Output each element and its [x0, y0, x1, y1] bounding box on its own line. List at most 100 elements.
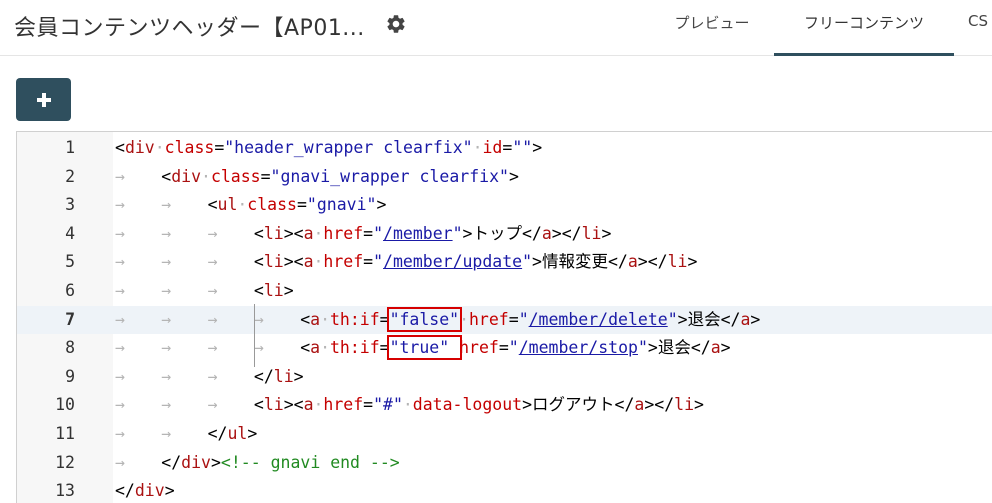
line-number: 9 [65, 366, 75, 386]
code-line[interactable]: 10 → → → <li><a·href="#"·data-logout>ログアウト</… [17, 391, 992, 420]
code-token: " [637, 338, 648, 358]
code-token: " [373, 223, 384, 243]
code-token: div [181, 452, 211, 472]
indent-guide: → [207, 281, 218, 300]
code-token: > [522, 395, 533, 415]
code-token: = [260, 166, 271, 186]
code-token: li [263, 395, 284, 415]
code-token: " [518, 309, 529, 329]
code-token: > [293, 366, 304, 386]
code-token: > [376, 195, 387, 215]
line-number: 1 [65, 138, 75, 157]
code-link[interactable]: /member [383, 224, 453, 243]
code-text: → → → → <a·th:if="true" href="/member/stop">… [115, 332, 731, 367]
tab-css[interactable]: CS [954, 0, 992, 56]
indent-guide: → [115, 252, 125, 272]
code-line[interactable]: 3 → → <ul·class="gnavi"> [17, 191, 992, 220]
indent-guide: → [115, 223, 125, 243]
code-token: = [379, 338, 390, 358]
code-token: = [296, 195, 307, 215]
code-line[interactable]: 4 → → → <li><a·href="/member">トップ</a></li> [17, 220, 992, 249]
line-number: 2 [65, 166, 75, 186]
code-line[interactable]: 9 → → → </li> [17, 363, 992, 392]
code-line[interactable]: 12 → </div><!-- gnavi end --> [17, 449, 992, 478]
code-token: > [750, 309, 761, 329]
code-token: "header_wrapper clearfix" [224, 138, 473, 157]
code-token: > [247, 424, 258, 443]
code-token: </ [161, 452, 182, 472]
code-line[interactable]: 11 → → </ul> [17, 420, 992, 449]
indent-guide: → [161, 309, 172, 329]
code-token: ログアウト [532, 395, 615, 415]
code-line[interactable]: 7 → → → → <a·th:if="false"·href="/member/dele… [17, 303, 992, 338]
page-title: 会員コンテンツヘッダー【AP01... [14, 16, 365, 41]
code-token: th:if [329, 309, 380, 329]
code-token: · [313, 223, 324, 243]
code-line[interactable]: 1 <div·class="header_wrapper clearfix"·id… [17, 134, 992, 163]
code-token: < [300, 338, 311, 358]
code-token: > [687, 252, 698, 272]
code-token: data-logout [412, 395, 523, 415]
tab-free-content[interactable]: フリーコンテンツ [774, 0, 954, 56]
indent-guide: → [161, 252, 172, 272]
code-token: </ [521, 223, 542, 243]
line-number: 11 [55, 424, 75, 443]
indent-guide: → [115, 366, 125, 386]
code-token: a [310, 338, 321, 358]
tab-preview[interactable]: プレビュー [650, 0, 774, 56]
code-token: > [694, 395, 704, 415]
code-token: >< [283, 395, 304, 415]
code-line[interactable]: 2 → <div·class="gnavi_wrapper clearfix"> [17, 163, 992, 192]
indent-guide: → [115, 424, 125, 443]
code-text: → → → </li> [115, 363, 304, 392]
code-token: >< [283, 223, 304, 243]
indent-guide: → [115, 281, 125, 300]
code-line[interactable]: 6 → → → <li> [17, 277, 992, 306]
code-line[interactable]: 5 → → → <li><a·href="/member/update">情報変更</a… [17, 248, 992, 277]
code-link[interactable]: /member/stop [519, 338, 638, 357]
code-token: a [634, 395, 645, 415]
add-button[interactable] [16, 78, 71, 121]
code-token: > [532, 252, 542, 272]
indent-guide: → [207, 223, 218, 243]
code-token: href [469, 309, 509, 329]
code-token: a [303, 252, 314, 272]
code-token: a [303, 395, 314, 415]
code-token: </ [253, 366, 274, 386]
code-token: li [263, 252, 284, 272]
code-token: · [472, 138, 483, 157]
code-link[interactable]: /member/update [383, 252, 522, 271]
code-token: th:if [329, 338, 380, 358]
code-token: a [310, 309, 321, 329]
indent-guide: → [161, 366, 172, 386]
gear-icon[interactable] [385, 13, 407, 35]
code-token: > [532, 138, 543, 157]
code-text: → → → <li> [115, 277, 294, 306]
code-token: < [253, 252, 264, 272]
code-text: → → → → <a·th:if="false"·href="/member/delet… [115, 303, 761, 338]
plus-icon [36, 92, 51, 107]
code-editor[interactable]: 1 <div·class="header_wrapper clearfix"·id… [16, 131, 992, 503]
code-token: 退会 [687, 309, 721, 329]
code-link[interactable]: /member/delete [529, 310, 668, 329]
code-token: id [482, 138, 503, 157]
code-token: div [124, 138, 155, 157]
code-token: ul [217, 195, 238, 215]
indent-guide: → [253, 303, 300, 338]
code-token: = [379, 309, 390, 329]
line-number: 6 [65, 281, 75, 300]
code-token: "gnavi" [306, 195, 377, 215]
code-token: "" [512, 138, 533, 157]
code-token: " [452, 223, 463, 243]
code-text: → <div·class="gnavi_wrapper clearfix"> [115, 163, 519, 192]
code-token: a [740, 309, 751, 329]
code-line[interactable]: 13 </div> [17, 477, 992, 503]
code-line[interactable]: 8 → → → → <a·th:if="true" href="/member/stop"… [17, 332, 992, 367]
code-token: > [677, 309, 688, 329]
indent-guide: → [161, 281, 172, 300]
code-token: >< [283, 252, 304, 272]
code-token: > [647, 338, 658, 358]
code-token: = [363, 395, 374, 415]
line-number: 5 [65, 252, 75, 272]
code-token: > [283, 281, 294, 300]
